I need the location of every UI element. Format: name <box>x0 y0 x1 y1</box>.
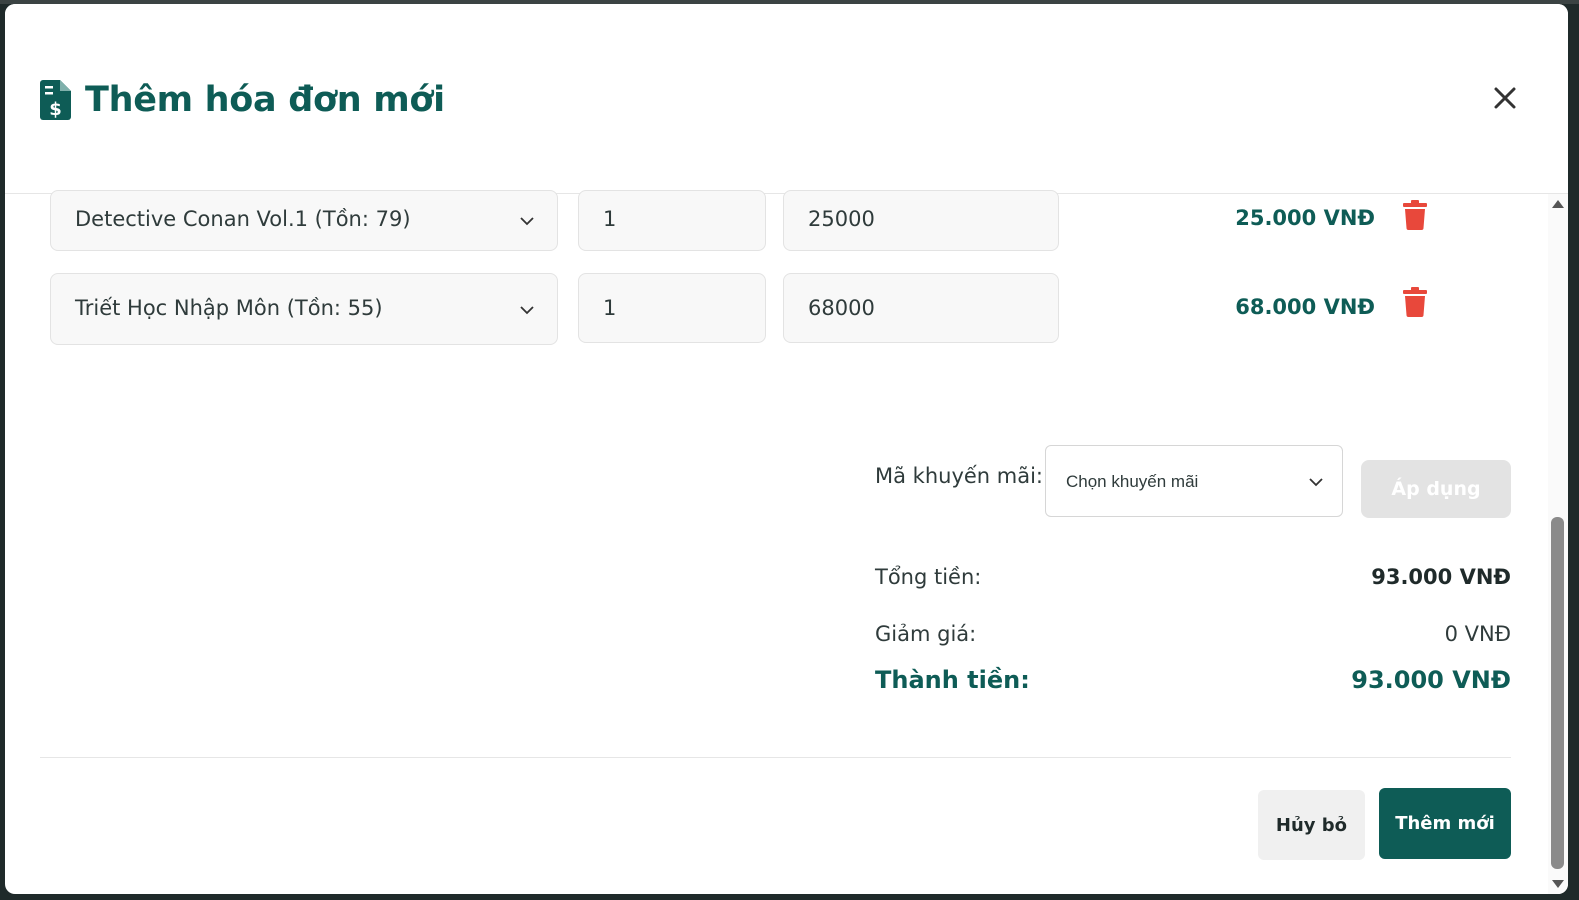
final-total-label: Thành tiền: <box>875 666 1030 694</box>
modal-header: $ Thêm hóa đơn mới <box>5 4 1568 194</box>
trash-icon[interactable] <box>1402 200 1428 230</box>
close-icon[interactable] <box>1491 84 1519 112</box>
scroll-down-arrow-icon[interactable] <box>1552 880 1564 888</box>
promo-label: Mã khuyến mãi: <box>875 464 1044 488</box>
product-select-value: Triết Học Nhập Môn (Tồn: 55) <box>75 296 383 320</box>
total-value: 93.000 VNĐ <box>1371 565 1511 589</box>
modal-scrollbar[interactable] <box>1548 194 1568 894</box>
promo-select-value: Chọn khuyến mãi <box>1066 472 1199 491</box>
chevron-down-icon <box>1309 478 1323 487</box>
quantity-input[interactable]: 1 <box>578 273 766 343</box>
trash-icon[interactable] <box>1402 287 1428 317</box>
invoice-item-row: Triết Học Nhập Môn (Tồn: 55) 1 68000 68.… <box>50 273 1450 345</box>
modal-title-group: $ Thêm hóa đơn mới <box>40 80 445 120</box>
apply-promo-button[interactable]: Áp dụng <box>1361 460 1511 518</box>
scroll-up-arrow-icon[interactable] <box>1552 200 1564 208</box>
promo-select[interactable]: Chọn khuyến mãi <box>1045 445 1343 517</box>
final-total-value: 93.000 VNĐ <box>1351 666 1511 694</box>
add-invoice-modal: $ Thêm hóa đơn mới Detective Conan Vol.1… <box>5 4 1568 894</box>
quantity-value: 1 <box>603 296 617 320</box>
modal-title: Thêm hóa đơn mới <box>85 80 445 120</box>
discount-label: Giảm giá: <box>875 622 977 646</box>
scroll-thumb[interactable] <box>1551 517 1564 869</box>
modal-body: Detective Conan Vol.1 (Tồn: 79) 1 25000 … <box>5 190 1548 894</box>
total-label: Tổng tiền: <box>875 565 982 589</box>
chevron-down-icon <box>520 217 534 226</box>
submit-button[interactable]: Thêm mới <box>1379 788 1511 859</box>
price-value: 25000 <box>808 207 875 231</box>
quantity-value: 1 <box>603 207 617 231</box>
discount-value: 0 VNĐ <box>1444 622 1511 646</box>
price-input[interactable]: 68000 <box>783 273 1059 343</box>
line-total: 68.000 VNĐ <box>1235 295 1375 319</box>
invoice-item-row: Detective Conan Vol.1 (Tồn: 79) 1 25000 … <box>50 190 1450 262</box>
quantity-input[interactable]: 1 <box>578 190 766 251</box>
price-input[interactable]: 25000 <box>783 190 1059 251</box>
svg-text:$: $ <box>49 99 62 120</box>
line-total: 25.000 VNĐ <box>1235 206 1375 230</box>
invoice-dollar-icon: $ <box>40 80 71 120</box>
price-value: 68000 <box>808 296 875 320</box>
chevron-down-icon <box>520 306 534 315</box>
product-select-value: Detective Conan Vol.1 (Tồn: 79) <box>75 207 411 231</box>
cancel-button[interactable]: Hủy bỏ <box>1258 790 1365 860</box>
product-select[interactable]: Triết Học Nhập Môn (Tồn: 55) <box>50 273 558 345</box>
product-select[interactable]: Detective Conan Vol.1 (Tồn: 79) <box>50 190 558 251</box>
footer-divider <box>40 757 1511 758</box>
